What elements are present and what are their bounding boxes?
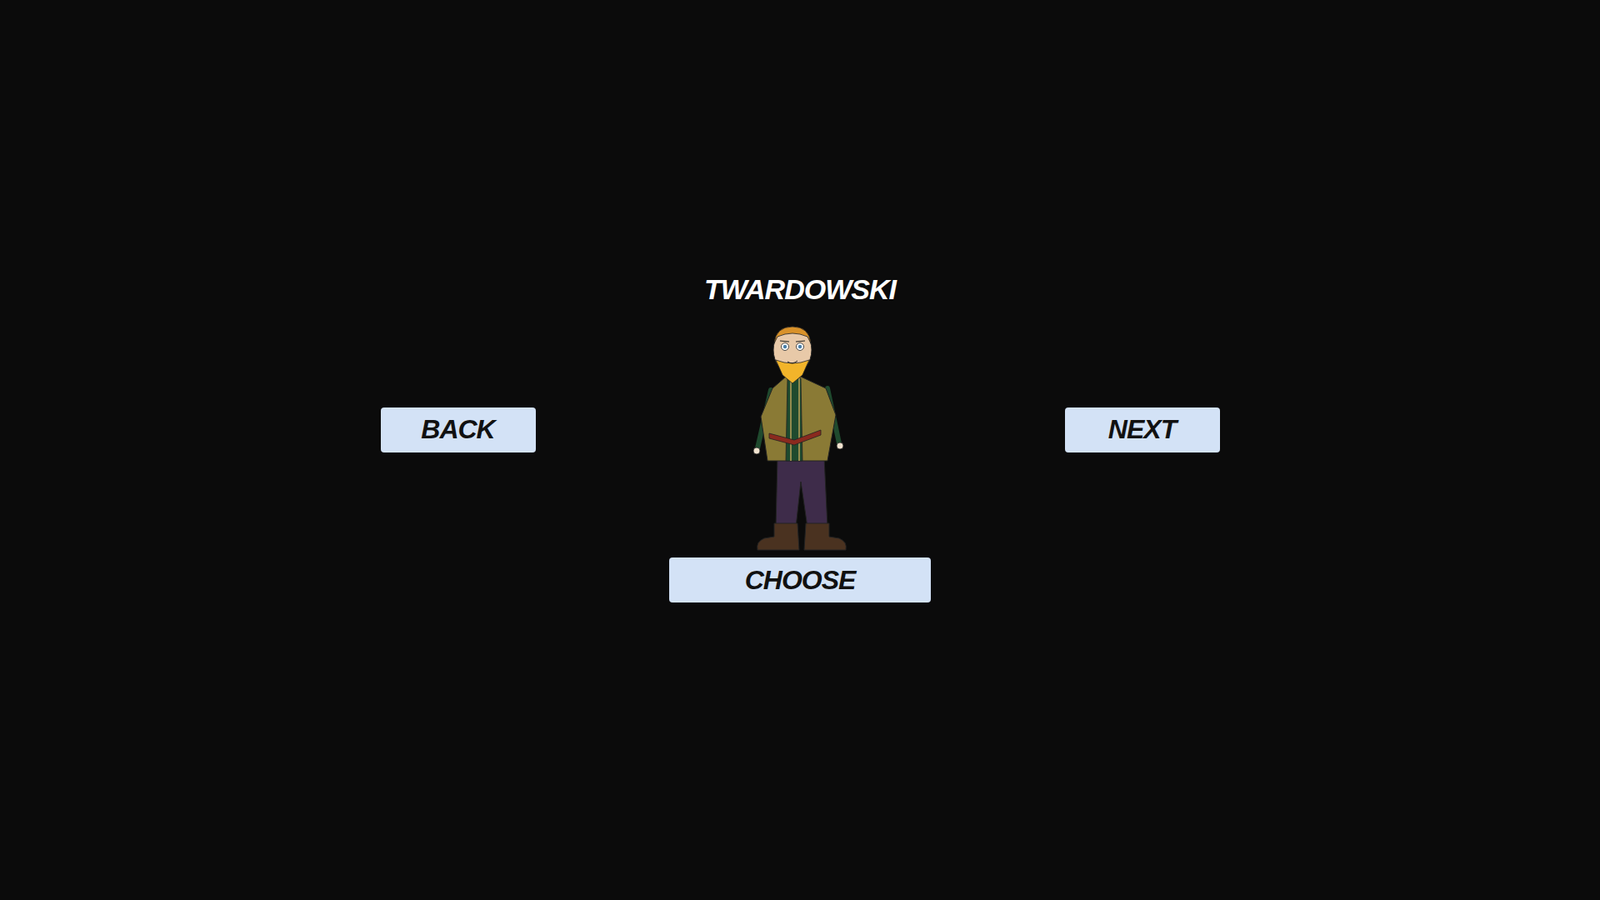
character-name: TWARDOWSKI: [704, 274, 896, 305]
character-figure-icon: [752, 323, 848, 553]
character-preview: [535, 323, 1065, 553]
back-button[interactable]: BACK: [380, 407, 536, 453]
character-select-screen: TWARDOWSKI BACK NEXT CHOOSE: [0, 0, 1600, 900]
character-carousel: BACK NEXT: [380, 323, 1220, 553]
choose-button[interactable]: CHOOSE: [669, 557, 931, 603]
character-select-panel: TWARDOWSKI BACK NEXT CHOOSE: [380, 274, 1220, 603]
next-button[interactable]: NEXT: [1065, 407, 1220, 453]
